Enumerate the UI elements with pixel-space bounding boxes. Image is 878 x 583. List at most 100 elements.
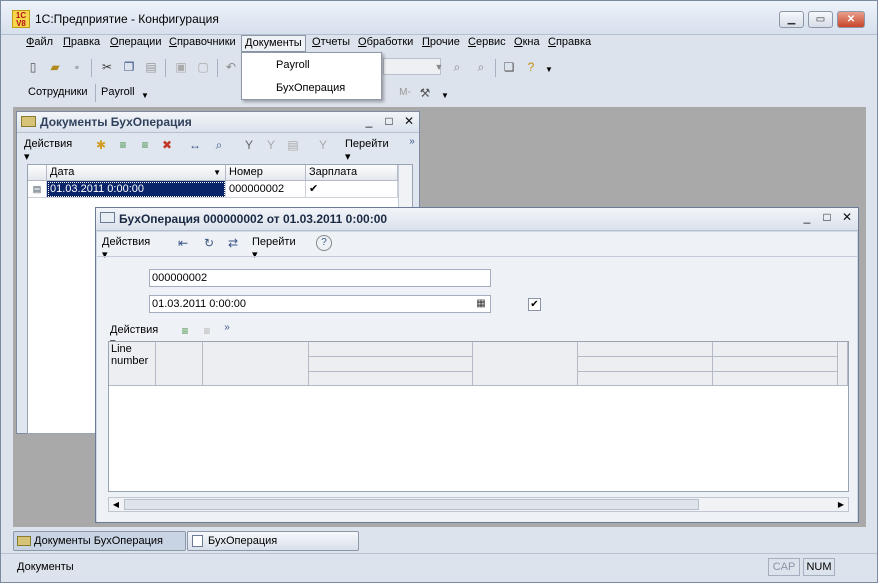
goto-menu-button[interactable]: Перейти ▾	[252, 236, 296, 261]
more-icon[interactable]: »	[219, 320, 235, 336]
employees-button[interactable]: Сотрудники	[28, 86, 88, 98]
copy-row-icon[interactable]: ≡	[199, 323, 215, 339]
undo-icon[interactable]: ↶	[223, 59, 239, 75]
chevron-down-icon[interactable]: ▼	[431, 59, 447, 75]
close-button[interactable]: ✕	[840, 210, 854, 224]
add-icon[interactable]: ✱	[93, 137, 109, 153]
payroll-button[interactable]: Payroll	[101, 86, 135, 98]
help-icon[interactable]: ?	[316, 235, 332, 251]
repost-icon[interactable]: ⇄	[225, 235, 241, 251]
save-icon[interactable]: ▪	[69, 59, 85, 75]
actions-menu-button[interactable]: Действия ▾	[102, 236, 150, 261]
window-title: БухОперация 000000002 от 01.03.2011 0:00…	[119, 212, 388, 226]
help-1c-icon[interactable]: ?	[523, 59, 539, 75]
filter-list-icon[interactable]: ▤	[285, 137, 301, 153]
preview-icon[interactable]: ▢	[195, 59, 211, 75]
column-header[interactable]	[309, 372, 473, 386]
menu-processing[interactable]: Обработки	[355, 35, 416, 52]
edit-icon[interactable]: ≡	[137, 137, 153, 153]
find-icon[interactable]: ⌕	[449, 59, 465, 75]
menu-help[interactable]: Справка	[545, 35, 594, 52]
table-cell-payroll[interactable]: ✔	[306, 181, 398, 198]
close-button[interactable]: ✕	[837, 11, 865, 28]
menu-item-buhoperation[interactable]: БухОперация	[276, 82, 345, 94]
column-header[interactable]	[156, 342, 203, 386]
copy-icon[interactable]: ❐	[121, 59, 137, 75]
chevron-down-icon[interactable]: ▼	[137, 88, 153, 104]
menu-operations[interactable]: Операции	[107, 35, 164, 52]
table-cell-date[interactable]: 01.03.2011 0:00:00	[47, 181, 226, 198]
minimize-button[interactable]: ▁	[779, 11, 804, 28]
column-header[interactable]	[578, 372, 713, 386]
interval-icon[interactable]: ↔	[187, 137, 203, 153]
windows-icon[interactable]: ❏	[501, 59, 517, 75]
find-icon[interactable]: ⌕	[211, 137, 227, 153]
column-header[interactable]	[203, 342, 309, 386]
maximize-button[interactable]: □	[820, 210, 834, 224]
column-header[interactable]	[309, 357, 473, 372]
scroll-right-icon[interactable]: ▶	[834, 498, 848, 511]
add-row-icon[interactable]: ≡	[177, 323, 193, 339]
column-header[interactable]	[838, 342, 848, 386]
form-body: Действия ▾ ⇤ ↻ ⇄ Перейти ▾ ? 000000002 0…	[97, 232, 857, 522]
column-header[interactable]	[713, 372, 838, 386]
scroll-left-icon[interactable]: ◀	[109, 498, 123, 511]
minimize-button[interactable]: _	[800, 210, 814, 224]
column-header-line-number[interactable]: Line number	[109, 342, 156, 386]
scroll-thumb[interactable]	[124, 499, 699, 510]
date-field[interactable]: 01.03.2011 0:00:00	[149, 295, 491, 313]
lines-table: Line number	[108, 341, 849, 492]
table-cell-number[interactable]: 000000002	[226, 181, 306, 198]
chevron-down-icon[interactable]: ▼	[437, 88, 453, 104]
task-documents-list[interactable]: Документы БухОперация	[13, 531, 186, 551]
cut-icon[interactable]: ✂	[99, 59, 115, 75]
column-header[interactable]	[713, 357, 838, 372]
menu-catalogs[interactable]: Справочники	[166, 35, 239, 52]
calendar-icon[interactable]: ▦	[474, 297, 488, 311]
column-header[interactable]	[713, 342, 838, 357]
post-icon[interactable]: ⇤	[175, 235, 191, 251]
chevron-down-icon[interactable]: ▼	[541, 62, 557, 78]
clear-filter-icon[interactable]: Y	[315, 137, 331, 153]
copy-row-icon[interactable]: ≡	[115, 137, 131, 153]
goto-menu-button[interactable]: Перейти ▾	[345, 138, 389, 163]
payroll-checkbox[interactable]: ✔	[528, 298, 541, 311]
actions-menu-button[interactable]: Действия ▾	[24, 138, 72, 163]
column-header-number[interactable]: Номер	[226, 165, 306, 181]
task-document-form[interactable]: БухОперация 000000002...:00	[187, 531, 359, 565]
find-next-icon[interactable]: ⌕	[473, 59, 489, 75]
filter-value-icon[interactable]: Y	[263, 137, 279, 153]
new-document-icon[interactable]: ▯	[25, 59, 41, 75]
document-row-icon: ▤	[28, 181, 47, 198]
column-header-payroll[interactable]: Зарплата	[306, 165, 398, 181]
menu-reports[interactable]: Отчеты	[309, 35, 353, 52]
more-icon[interactable]: »	[404, 134, 420, 150]
number-field[interactable]: 000000002	[149, 269, 491, 287]
column-header[interactable]	[578, 357, 713, 372]
close-button[interactable]: ✕	[402, 114, 416, 128]
menu-other[interactable]: Прочие	[419, 35, 463, 52]
menu-windows[interactable]: Окна	[511, 35, 543, 52]
filter-icon[interactable]: Y	[241, 137, 257, 153]
menu-edit[interactable]: Правка	[60, 35, 103, 52]
open-folder-icon[interactable]: ▰	[47, 59, 63, 75]
horizontal-scrollbar[interactable]: ◀ ▶	[108, 497, 849, 512]
menu-file[interactable]: Файл	[23, 35, 56, 52]
delete-icon[interactable]: ✖	[159, 137, 175, 153]
toolbar-separator	[495, 59, 496, 77]
maximize-button[interactable]: ▭	[808, 11, 833, 28]
menu-service[interactable]: Сервис	[465, 35, 509, 52]
minimize-button[interactable]: _	[362, 114, 376, 128]
minus-icon[interactable]: M-	[397, 85, 413, 101]
column-header[interactable]	[473, 342, 578, 386]
print-icon[interactable]: ▣	[173, 59, 189, 75]
refresh-icon[interactable]: ↻	[201, 235, 217, 251]
column-header[interactable]	[309, 342, 473, 357]
paste-icon[interactable]: ▤	[143, 59, 159, 75]
menu-documents[interactable]: Документы	[241, 35, 306, 52]
column-header-date[interactable]: Дата ▼	[47, 165, 226, 181]
menu-item-payroll[interactable]: Payroll	[276, 59, 310, 71]
maximize-button[interactable]: □	[382, 114, 396, 128]
column-header[interactable]	[578, 342, 713, 357]
tools-icon[interactable]: ⚒	[417, 85, 433, 101]
